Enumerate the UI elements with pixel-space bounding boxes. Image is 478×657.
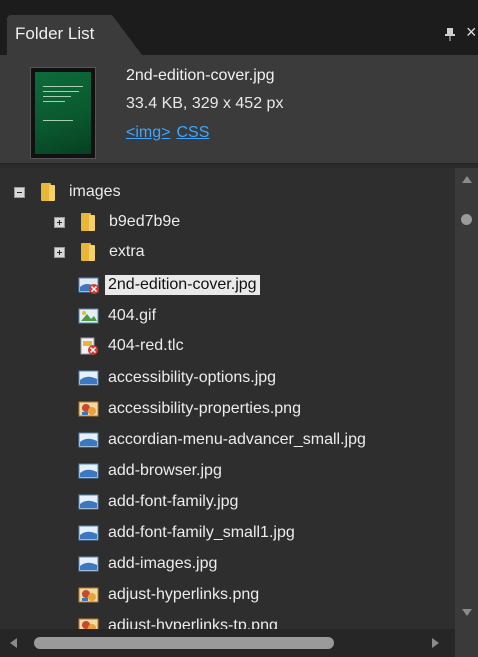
tree-label: add-browser.jpg — [108, 462, 222, 479]
tree-root-images[interactable]: images — [14, 178, 121, 206]
tree-label: 2nd-edition-cover.jpg — [105, 275, 260, 295]
preview-file-name: 2nd-edition-cover.jpg — [126, 67, 275, 84]
tree-file-add-font-family[interactable]: add-font-family.jpg — [78, 488, 238, 516]
collapse-icon[interactable] — [14, 186, 25, 198]
thumbnail-image — [30, 67, 96, 159]
tree-label: extra — [109, 243, 145, 260]
png-image-icon — [78, 401, 99, 417]
top-strip — [0, 0, 478, 10]
tree-file-accordian-menu[interactable]: accordian-menu-advancer_small.jpg — [78, 426, 366, 454]
image-file-icon — [78, 556, 99, 572]
pin-icon[interactable] — [442, 26, 458, 42]
gif-image-icon — [78, 308, 99, 324]
img-tag-link[interactable]: <img> — [126, 124, 170, 141]
tree-file-add-font-family-small1[interactable]: add-font-family_small1.jpg — [78, 519, 295, 547]
vertical-scroll-thumb[interactable] — [461, 214, 472, 225]
tree-label: adjust-hyperlinks.png — [108, 586, 260, 603]
horizontal-scroll-thumb[interactable] — [34, 637, 334, 649]
folder-icon — [41, 183, 55, 201]
scroll-right-icon[interactable] — [432, 638, 439, 648]
tree-folder-b9ed7b9e[interactable]: b9ed7b9e — [54, 208, 180, 236]
tree-label: accessibility-options.jpg — [108, 369, 277, 386]
scroll-down-icon[interactable] — [462, 609, 472, 616]
image-file-icon — [78, 494, 99, 510]
png-image-icon — [78, 618, 99, 629]
tree-file-add-browser[interactable]: add-browser.jpg — [78, 457, 222, 485]
folder-icon — [81, 213, 95, 231]
tree-label: adjust-hyperlinks-tp.png — [108, 617, 278, 629]
tree-file-add-images[interactable]: add-images.jpg — [78, 550, 217, 578]
image-file-icon — [78, 525, 99, 541]
tree-label: 404-red.tlc — [108, 337, 184, 354]
tree-file-adjust-hyperlinks-tp[interactable]: adjust-hyperlinks-tp.png — [78, 612, 278, 629]
preview-file-info: 33.4 KB, 329 x 452 px — [126, 95, 284, 112]
tree-label: 404.gif — [108, 307, 157, 324]
tree-file-404-red-tlc[interactable]: 404-red.tlc — [78, 332, 184, 360]
tree-file-accessibility-properties[interactable]: accessibility-properties.png — [78, 395, 301, 423]
tree-folder-extra[interactable]: extra — [54, 238, 145, 266]
tree-file-404-gif[interactable]: 404.gif — [78, 302, 156, 330]
tab-edge — [112, 15, 142, 55]
expand-icon[interactable] — [54, 216, 65, 228]
image-file-icon — [78, 463, 99, 479]
vertical-scrollbar[interactable] — [455, 168, 478, 629]
tree-label: images — [69, 183, 121, 200]
preview-links: <img> CSS — [126, 124, 215, 142]
horizontal-scrollbar[interactable] — [0, 629, 455, 657]
scroll-up-icon[interactable] — [462, 176, 472, 183]
tree-label: accordian-menu-advancer_small.jpg — [108, 431, 366, 448]
tree-label: b9ed7b9e — [109, 213, 181, 230]
tree-label: accessibility-properties.png — [108, 400, 301, 417]
tree-file-adjust-hyperlinks[interactable]: adjust-hyperlinks.png — [78, 581, 259, 609]
image-file-icon — [78, 370, 99, 386]
scroll-left-icon[interactable] — [10, 638, 17, 648]
folder-tree: images b9ed7b9e extra 2nd-edition-cover.… — [0, 168, 455, 629]
expand-icon[interactable] — [54, 246, 65, 258]
folder-icon — [81, 243, 95, 261]
tree-label: add-images.jpg — [108, 555, 218, 572]
tree-file-2nd-edition-cover[interactable]: 2nd-edition-cover.jpg — [78, 271, 260, 299]
scrollbar-corner — [455, 629, 478, 657]
image-file-icon — [78, 432, 99, 448]
image-error-icon — [78, 277, 99, 294]
panel-title: Folder List — [15, 24, 95, 43]
tree-label: add-font-family_small1.jpg — [108, 524, 295, 541]
png-image-icon — [78, 587, 99, 603]
tree-label: add-font-family.jpg — [108, 493, 239, 510]
tree-file-accessibility-options[interactable]: accessibility-options.jpg — [78, 364, 276, 392]
css-link[interactable]: CSS — [176, 124, 209, 141]
close-icon[interactable]: × — [466, 22, 477, 43]
template-error-icon — [80, 337, 98, 355]
